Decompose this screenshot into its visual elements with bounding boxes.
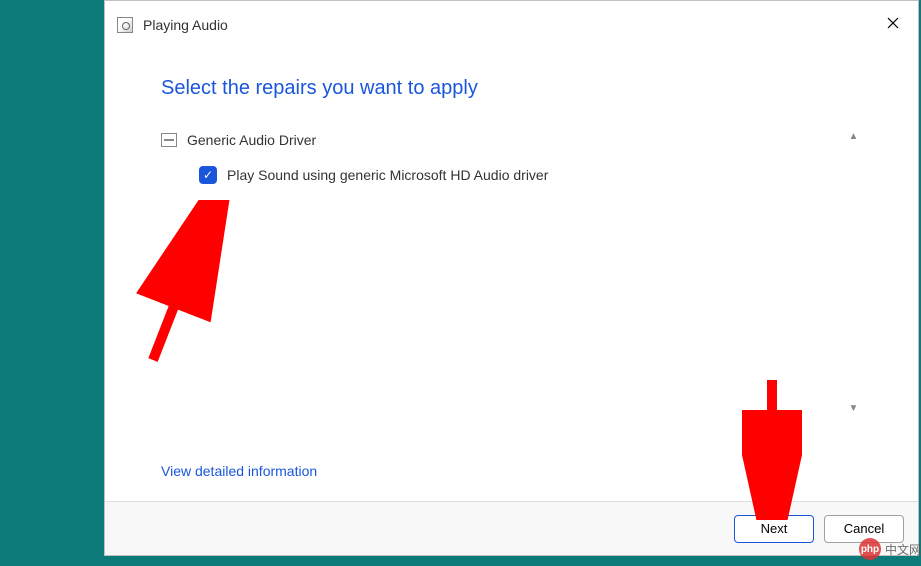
watermark-text: 中文网 bbox=[885, 541, 921, 558]
page-heading: Select the repairs you want to apply bbox=[161, 77, 862, 100]
window-title: Playing Audio bbox=[143, 17, 228, 33]
scroll-up-icon[interactable]: ▲ bbox=[849, 132, 859, 142]
scroll-down-icon[interactable]: ▼ bbox=[849, 404, 859, 414]
audio-troubleshooter-icon bbox=[117, 17, 133, 33]
watermark-logo-icon: php bbox=[859, 538, 881, 560]
next-button[interactable]: Next bbox=[734, 515, 814, 543]
repair-item: ✓ Play Sound using generic Microsoft HD … bbox=[199, 166, 838, 184]
close-icon bbox=[887, 17, 899, 29]
titlebar: Playing Audio bbox=[105, 1, 918, 49]
check-icon: ✓ bbox=[203, 169, 213, 181]
device-icon bbox=[161, 133, 177, 147]
repair-checkbox[interactable]: ✓ bbox=[199, 166, 217, 184]
repair-label: Play Sound using generic Microsoft HD Au… bbox=[227, 167, 548, 183]
close-button[interactable] bbox=[874, 7, 912, 39]
driver-group-label: Generic Audio Driver bbox=[187, 132, 316, 148]
watermark: php 中文网 bbox=[859, 538, 921, 560]
scrollbar[interactable]: ▲ ▼ bbox=[845, 132, 862, 414]
dialog-footer: Next Cancel bbox=[105, 501, 918, 555]
link-row: View detailed information bbox=[161, 463, 862, 501]
troubleshooter-dialog: Playing Audio Select the repairs you wan… bbox=[104, 0, 919, 556]
driver-group-row: Generic Audio Driver bbox=[161, 132, 838, 148]
view-detailed-link[interactable]: View detailed information bbox=[161, 463, 317, 479]
dialog-content: Select the repairs you want to apply Gen… bbox=[105, 49, 918, 501]
repairs-list: Generic Audio Driver ✓ Play Sound using … bbox=[161, 132, 862, 184]
